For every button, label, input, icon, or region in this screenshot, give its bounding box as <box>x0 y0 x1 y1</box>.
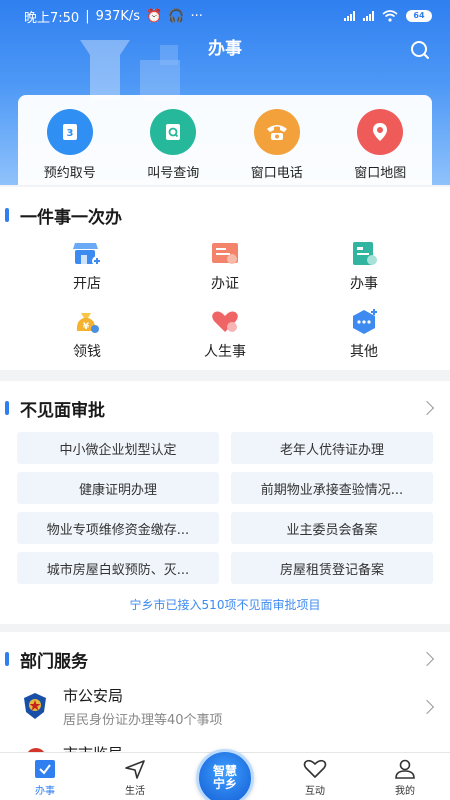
headset-icon: 🎧 <box>168 8 185 24</box>
signal-icon <box>344 11 355 21</box>
quick-item-window-map[interactable]: 窗口地图 <box>329 95 433 185</box>
tab-affairs[interactable]: 办事 <box>15 759 75 797</box>
approval-item[interactable]: 城市房屋白蚁预防、灭... <box>17 552 219 584</box>
chevron-right-icon <box>419 699 435 715</box>
quick-item-window-phone[interactable]: 窗口电话 <box>225 95 329 185</box>
status-time: 晚上7:50 <box>24 10 80 26</box>
approval-item[interactable]: 老年人优待证办理 <box>231 432 433 464</box>
search-icon[interactable] <box>408 38 432 62</box>
smart-ningxiang-button[interactable]: 智慧 宁乡 <box>196 749 254 800</box>
wifi-icon <box>382 10 398 22</box>
department-name: 市公安局 <box>63 687 124 705</box>
approval-item[interactable]: 健康证明办理 <box>17 472 219 504</box>
approval-note[interactable]: 宁乡市已接入510项不见面审批项目 <box>0 596 450 613</box>
search-doc-icon <box>150 109 197 155</box>
department-sub: 居民身份证办理等40个事项 <box>63 713 223 728</box>
page-title: 办事 <box>208 39 242 59</box>
phone-icon <box>253 109 300 155</box>
quick-actions: 3 预约取号 叫号查询 窗口电话 窗口地图 <box>18 95 432 185</box>
section-title: 一件事一次办 <box>20 208 122 228</box>
service-other[interactable]: 其他 <box>289 309 439 361</box>
police-badge-icon <box>24 693 46 719</box>
one-thing-section: 一件事一次办 开店 办证 办事 ¥ 领钱 人生事 其他 <box>0 187 450 370</box>
approval-item[interactable]: 中小微企业划型认定 <box>17 432 219 464</box>
tab-interaction[interactable]: 互动 <box>285 759 345 797</box>
quick-item-queue-query[interactable]: 叫号查询 <box>122 95 226 185</box>
checkbox-icon <box>35 760 55 778</box>
service-receive-money[interactable]: ¥ 领钱 <box>12 309 162 361</box>
chevron-right-icon[interactable] <box>419 651 435 667</box>
approval-item[interactable]: 业主委员会备案 <box>231 512 433 544</box>
tab-mine[interactable]: 我的 <box>375 759 435 797</box>
approval-item[interactable]: 房屋租赁登记备案 <box>231 552 433 584</box>
section-title: 不见面审批 <box>20 401 105 421</box>
chevron-right-icon[interactable] <box>419 400 435 416</box>
section-title: 部门服务 <box>20 652 88 672</box>
ticket-icon: 3 <box>46 109 93 155</box>
user-icon <box>395 759 415 779</box>
heart-icon <box>212 311 238 332</box>
network-speed: 937K/s <box>95 8 141 24</box>
service-certificate[interactable]: 办证 <box>150 241 300 293</box>
approval-item[interactable]: 前期物业承接查验情况... <box>231 472 433 504</box>
navigation-icon <box>125 760 145 779</box>
approval-section: 不见面审批 中小微企业划型认定 老年人优待证办理 健康证明办理 前期物业承接查验… <box>0 381 450 624</box>
department-section: 部门服务 市公安局 居民身份证办理等40个事项 市市监局 <box>0 632 450 752</box>
status-bar: 晚上7:50 | 937K/s ⏰ 🎧 ··· 64 <box>0 0 450 32</box>
svg-text:¥: ¥ <box>83 322 90 332</box>
hexagon-more-icon <box>353 309 377 334</box>
service-affairs[interactable]: 办事 <box>289 241 439 293</box>
heart-outline-icon <box>303 759 327 778</box>
quick-item-appointment[interactable]: 3 预约取号 <box>18 95 122 185</box>
shop-icon <box>73 243 102 266</box>
battery-icon: 64 <box>406 10 432 22</box>
document-icon <box>353 242 377 265</box>
map-pin-icon <box>357 109 404 155</box>
service-life-events[interactable]: 人生事 <box>150 309 300 361</box>
department-name: 市市监局 <box>63 743 123 752</box>
department-item-police[interactable]: 市公安局 居民身份证办理等40个事项 <box>0 682 450 738</box>
header: 晚上7:50 | 937K/s ⏰ 🎧 ··· 64 办事 3 预约取号 叫号查… <box>0 0 450 185</box>
alarm-icon: ⏰ <box>146 8 163 24</box>
money-bag-icon: ¥ <box>76 313 99 333</box>
approval-item[interactable]: 物业专项维修资金缴存... <box>17 512 219 544</box>
service-open-shop[interactable]: 开店 <box>12 241 162 293</box>
signal-2-icon <box>363 11 374 21</box>
certificate-icon <box>212 243 238 264</box>
svg-text:3: 3 <box>66 128 73 139</box>
more-dots-icon: ··· <box>190 8 203 24</box>
tab-life[interactable]: 生活 <box>105 759 165 797</box>
